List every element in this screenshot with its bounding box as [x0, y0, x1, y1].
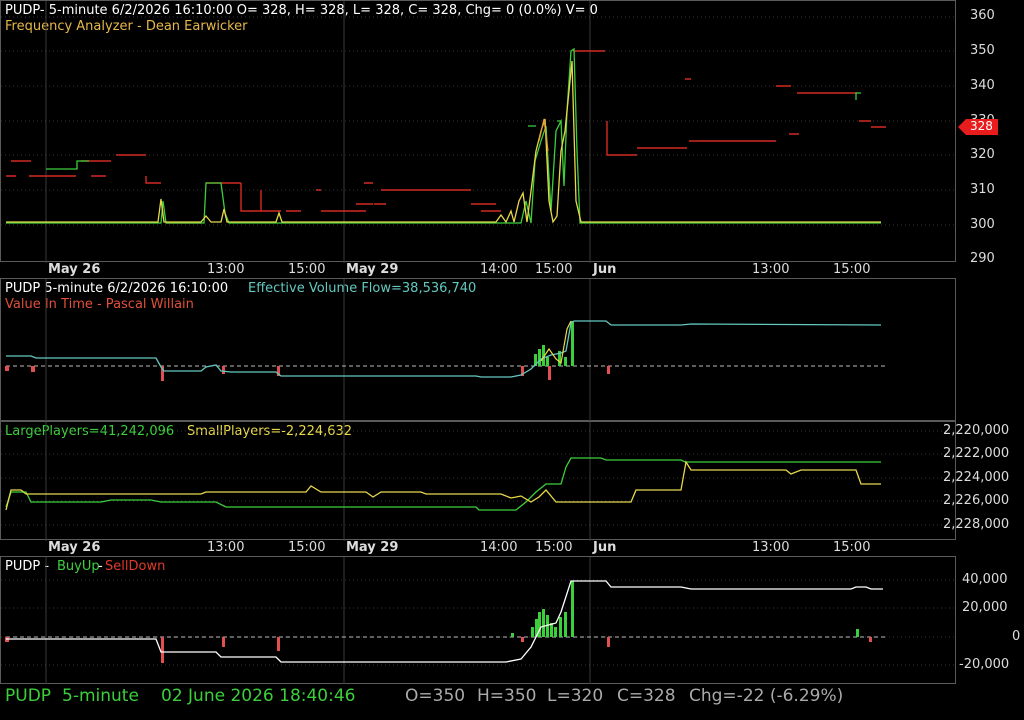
date-label: 15:00	[288, 262, 326, 277]
players-tick: 2,228,000	[943, 517, 1010, 532]
date-label: 15:00	[833, 540, 871, 555]
price-panel[interactable]: PUDP- 5-minute 6/2/2026 16:10:00 O= 328,…	[0, 0, 957, 263]
date-label: 15:00	[833, 262, 871, 277]
price-tick: 310	[970, 182, 995, 197]
status-symbol: PUDP	[5, 686, 52, 706]
players-tick: 2,222,000	[943, 446, 1010, 461]
status-open: O=350	[405, 686, 466, 706]
viv-plot	[5, 279, 886, 422]
last-price-value: 328	[970, 119, 993, 133]
date-label: 15:00	[535, 262, 573, 277]
date-label: 13:00	[207, 540, 245, 555]
players-tick: 2,226,000	[943, 493, 1010, 508]
players-tick: 2,220,000	[943, 423, 1010, 438]
date-label: 13:00	[752, 262, 790, 277]
date-label: May 26	[48, 540, 101, 555]
date-label: 15:00	[288, 540, 326, 555]
date-label: 14:00	[480, 262, 518, 277]
bs-tick: 0	[1012, 629, 1021, 644]
status-interval: 5-minute	[62, 686, 139, 706]
status-low: L=320	[547, 686, 604, 706]
status-change: Chg=-22 (-6.29%)	[689, 686, 844, 706]
status-bar: PUDP 5-minute 02 June 2026 18:40:46 O=35…	[0, 684, 1024, 720]
status-datetime: 02 June 2026 18:40:46	[161, 686, 356, 706]
date-label: Jun	[593, 262, 617, 277]
price-tick: 350	[970, 43, 995, 58]
date-label: 13:00	[207, 262, 245, 277]
bs-axis: 40,000 20,000 0 -20,000	[956, 556, 1024, 684]
date-label: May 29	[346, 540, 399, 555]
price-tick: 320	[970, 147, 995, 162]
price-tick: 290	[970, 251, 995, 266]
date-label: 13:00	[752, 540, 790, 555]
date-label: May 26	[48, 262, 101, 277]
bs-tick: -20,000	[959, 657, 1010, 672]
price-green-line	[6, 47, 881, 224]
price-tick: 360	[970, 8, 995, 23]
players-axis: 2,220,000 2,222,000 2,224,000 2,226,000 …	[943, 421, 1024, 540]
date-axis-top: May 26 13:00 15:00 May 29 14:00 15:00 Ju…	[0, 262, 956, 278]
buyup-selldown-panel[interactable]: PUDP - BuyUp - SellDown	[0, 556, 957, 685]
players-tick: 2,224,000	[943, 470, 1010, 485]
price-plot	[1, 1, 957, 263]
large-players-line	[5, 457, 881, 511]
bs-plot	[1, 557, 957, 685]
date-label: 14:00	[480, 540, 518, 555]
price-tick: 340	[970, 78, 995, 93]
bs-net-line	[6, 580, 883, 663]
date-axis-bottom: May 26 13:00 15:00 May 29 14:00 15:00 Ju…	[0, 540, 956, 556]
players-plot	[1, 422, 957, 541]
status-close: C=328	[617, 686, 676, 706]
price-red-steps	[6, 50, 886, 224]
bs-tick: 20,000	[962, 600, 1008, 615]
price-tick: 300	[970, 217, 995, 232]
players-panel[interactable]: LargePlayers=41,242,096 SmallPlayers=-2,…	[0, 421, 957, 541]
bs-tick: 40,000	[962, 572, 1008, 587]
viv-cyan-line	[6, 320, 882, 378]
date-label: Jun	[593, 540, 617, 555]
value-in-time-panel[interactable]: PUDP 5-minute 6/2/2026 16:10:00 Effectiv…	[0, 278, 956, 422]
date-label: May 29	[346, 262, 399, 277]
last-price-marker: 328	[958, 119, 998, 135]
small-players-line	[5, 460, 881, 511]
status-high: H=350	[477, 686, 537, 706]
date-label: 15:00	[535, 540, 573, 555]
